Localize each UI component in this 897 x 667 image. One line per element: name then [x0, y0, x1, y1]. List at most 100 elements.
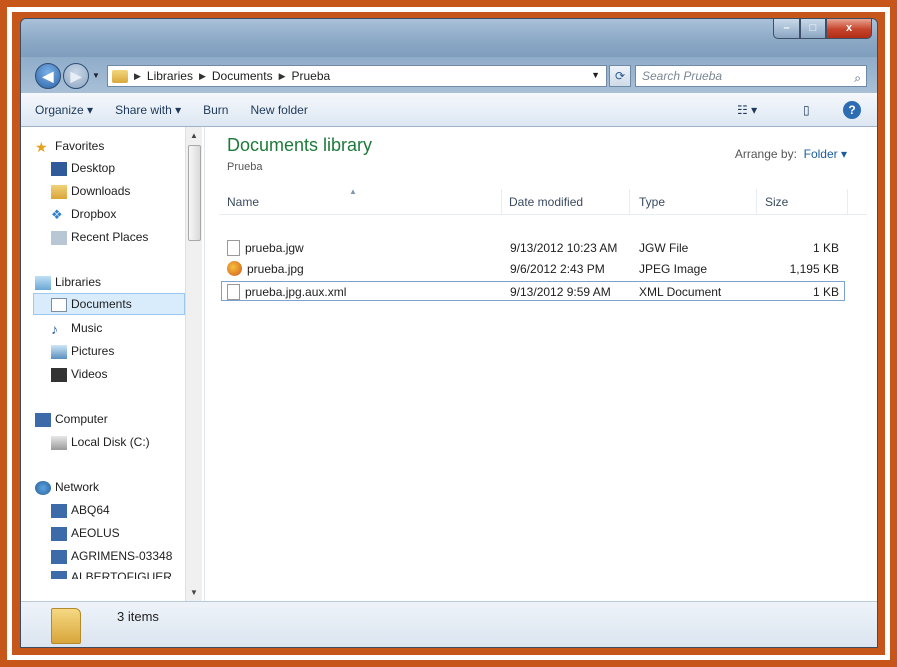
new-folder-button[interactable]: New folder	[242, 98, 315, 122]
view-options-icon[interactable]: ☷ ▾	[737, 99, 757, 121]
search-placeholder: Search Prueba	[642, 69, 723, 83]
file-row[interactable]: prueba.jpg.aux.xml 9/13/2012 9:59 AM XML…	[221, 281, 845, 301]
computer-icon	[51, 570, 67, 579]
pictures-icon	[51, 344, 67, 359]
dropbox-label: Dropbox	[71, 207, 117, 221]
sidebar-item-videos[interactable]: Videos	[51, 364, 107, 384]
column-separator[interactable]	[629, 189, 630, 215]
share-with-button[interactable]: Share with ▾	[107, 98, 189, 122]
command-bar: Organize ▾ Share with ▾ Burn New folder …	[21, 93, 877, 127]
sidebar-item-computer[interactable]: Computer	[35, 409, 108, 429]
file-type: JPEG Image	[639, 262, 708, 276]
network-label: Network	[55, 480, 100, 494]
libraries-label: Libraries	[55, 275, 102, 289]
computer-icon	[51, 503, 67, 518]
downloads-icon	[51, 184, 67, 199]
burn-button[interactable]: Burn	[195, 98, 236, 122]
column-separator[interactable]	[501, 189, 502, 215]
agrimens-label: AGRIMENS-03348	[71, 549, 173, 563]
sidebar-item-music[interactable]: ♪ Music	[51, 318, 102, 338]
favorites-label: Favorites	[55, 139, 105, 153]
back-button[interactable]: ◀	[35, 63, 61, 89]
breadcrumb-prueba[interactable]: Prueba	[292, 69, 331, 83]
sidebar-item-libraries[interactable]: Libraries	[35, 272, 101, 292]
file-date: 9/13/2012 9:59 AM	[510, 285, 611, 299]
address-row: ◀ ▶ ▼ ▶ Libraries ▶ Documents ▶ Prueba ▼…	[21, 57, 877, 93]
chevron-right-icon[interactable]: ▶	[134, 71, 141, 82]
sidebar-item-local-disk[interactable]: Local Disk (C:)	[51, 432, 150, 452]
search-input[interactable]: Search Prueba ⌕	[635, 65, 867, 87]
albertofiguer-label: ALBERTOFIGUER	[71, 570, 172, 579]
sidebar-item-desktop[interactable]: Desktop	[51, 158, 115, 178]
breadcrumb-libraries[interactable]: Libraries	[147, 69, 193, 83]
file-row[interactable]: prueba.jpg 9/6/2012 2:43 PM JPEG Image 1…	[221, 259, 845, 279]
scroll-up-icon[interactable]: ▲	[190, 131, 198, 140]
content-area: ★ Favorites Desktop Downloads ❖ Dropbox Re…	[21, 127, 877, 601]
recent-pages-dropdown-icon[interactable]: ▼	[92, 71, 100, 80]
computer-icon	[51, 526, 67, 541]
title-bar[interactable]: – □ x	[21, 19, 877, 57]
sidebar-item-aeolus[interactable]: AEOLUS	[51, 523, 120, 543]
details-pane: 3 items	[21, 601, 877, 647]
sidebar-item-documents[interactable]: Documents	[33, 293, 185, 315]
forward-button[interactable]: ▶	[63, 63, 89, 89]
scroll-thumb[interactable]	[188, 145, 201, 241]
address-dropdown-icon[interactable]: ▼	[591, 70, 600, 80]
close-button[interactable]: x	[826, 19, 872, 39]
arrange-by[interactable]: Arrange by: Folder ▾	[735, 147, 847, 161]
chevron-right-icon[interactable]: ▶	[199, 71, 206, 82]
file-icon	[227, 284, 240, 300]
sidebar-item-abq64[interactable]: ABQ64	[51, 500, 110, 520]
chevron-down-icon[interactable]: ▾	[841, 147, 847, 161]
videos-label: Videos	[71, 367, 108, 381]
sidebar-item-pictures[interactable]: Pictures	[51, 341, 114, 361]
abq64-label: ABQ64	[71, 503, 110, 517]
sidebar-item-agrimens[interactable]: AGRIMENS-03348	[51, 546, 185, 566]
column-separator[interactable]	[847, 189, 848, 215]
column-separator[interactable]	[756, 189, 757, 215]
breadcrumb-documents[interactable]: Documents	[212, 69, 273, 83]
organize-button[interactable]: Organize ▾	[27, 98, 101, 122]
file-icon	[227, 240, 240, 256]
preview-pane-icon[interactable]: ▯	[803, 99, 810, 121]
explorer-window: – □ x ◀ ▶ ▼ ▶ Libraries ▶ Documents ▶ Pr…	[20, 18, 878, 648]
arrange-label: Arrange by:	[734, 147, 797, 161]
search-icon[interactable]: ⌕	[854, 68, 861, 88]
videos-icon	[51, 367, 67, 382]
chevron-right-icon[interactable]: ▶	[279, 71, 286, 82]
sidebar-item-recent-places[interactable]: Recent Places	[51, 227, 148, 247]
file-type: XML Document	[639, 285, 722, 299]
sidebar-scrollbar[interactable]: ▲ ▼	[185, 127, 202, 601]
sidebar-item-network[interactable]: Network	[35, 477, 99, 497]
computer-icon	[51, 549, 67, 564]
network-icon	[35, 480, 51, 495]
sort-arrow-icon: ▲	[349, 187, 357, 196]
column-name[interactable]: Name	[227, 195, 259, 209]
computer-label: Computer	[55, 412, 108, 426]
file-name: prueba.jgw	[227, 240, 304, 257]
pane-splitter[interactable]	[204, 127, 208, 601]
file-date: 9/6/2012 2:43 PM	[510, 262, 605, 276]
address-bar[interactable]: ▶ Libraries ▶ Documents ▶ Prueba ▼	[107, 65, 607, 87]
file-row[interactable]: prueba.jgw 9/13/2012 10:23 AM JGW File 1…	[221, 238, 845, 258]
image-file-icon	[227, 261, 242, 277]
refresh-button[interactable]: ⟳	[609, 65, 631, 87]
sidebar-item-downloads[interactable]: Downloads	[51, 181, 130, 201]
scroll-down-icon[interactable]: ▼	[190, 588, 198, 597]
sidebar-item-dropbox[interactable]: ❖ Dropbox	[51, 204, 116, 224]
documents-icon	[51, 297, 67, 312]
item-count: 3 items	[117, 609, 159, 624]
library-title: Documents library	[227, 135, 373, 155]
help-icon[interactable]: ?	[843, 101, 861, 119]
sidebar-item-albertofiguer[interactable]: ALBERTOFIGUER	[51, 567, 185, 579]
sidebar-item-favorites[interactable]: ★ Favorites	[35, 136, 104, 156]
column-date[interactable]: Date modified	[509, 195, 583, 209]
arrange-value[interactable]: Folder	[804, 147, 838, 161]
minimize-button[interactable]: –	[773, 19, 800, 39]
column-type[interactable]: Type	[639, 195, 665, 209]
column-size[interactable]: Size	[765, 195, 788, 209]
organize-label: Organize	[35, 102, 84, 117]
file-size: 1 KB	[812, 241, 839, 255]
file-name: prueba.jpg	[227, 261, 304, 277]
maximize-button[interactable]: □	[800, 19, 826, 39]
